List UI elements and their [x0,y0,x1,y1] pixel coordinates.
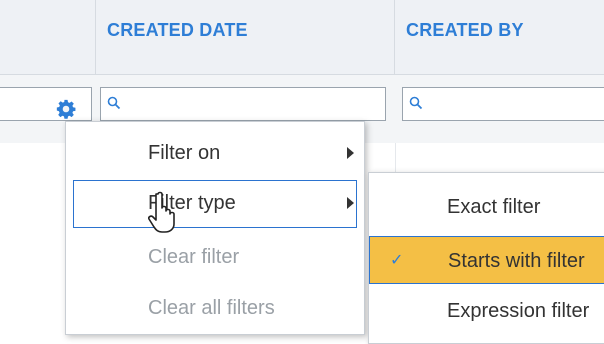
submenu-item-label: Starts with filter [448,250,585,272]
menu-item-clear-filter[interactable]: Clear filter [66,234,364,282]
header-cell-created-by[interactable]: CREATED BY [394,0,604,74]
filter-input-first[interactable] [0,87,92,121]
grid-header: CREATED DATE CREATED BY [0,0,604,75]
submenu-item-exact-filter[interactable]: Exact filter [369,183,604,231]
filter-input-created-date[interactable] [100,87,386,121]
menu-item-label: Clear all filters [148,297,275,319]
submenu-item-expression-filter[interactable]: Expression filter [369,287,604,335]
submenu-item-label: Expression filter [447,300,590,322]
header-label-created-by: CREATED BY [406,20,524,40]
context-menu: Filter on Filter type Clear filter Clear… [65,121,365,335]
checkmark-icon: ✓ [390,252,404,269]
menu-item-label: Filter on [148,142,221,164]
hand-cursor-icon [148,191,175,233]
search-icon [409,96,423,110]
submenu-item-starts-with-filter[interactable]: ✓ Starts with filter [369,236,604,284]
header-cell-blank [0,0,96,74]
header-cell-created-date[interactable]: CREATED DATE [95,0,395,74]
menu-item-label: Clear filter [148,246,240,268]
submenu-arrow-icon [347,147,354,159]
menu-item-filter-on[interactable]: Filter on [66,130,364,178]
search-icon [107,96,121,110]
gear-icon[interactable] [55,98,77,120]
menu-item-filter-type[interactable]: Filter type [73,180,357,228]
header-label-created-date: CREATED DATE [107,20,248,40]
filter-type-submenu: Exact filter ✓ Starts with filter Expres… [368,172,604,344]
submenu-arrow-icon [347,197,354,209]
submenu-item-label: Exact filter [447,196,541,218]
menu-item-clear-all-filters[interactable]: Clear all filters [66,285,364,333]
filter-input-created-by[interactable] [402,87,604,121]
